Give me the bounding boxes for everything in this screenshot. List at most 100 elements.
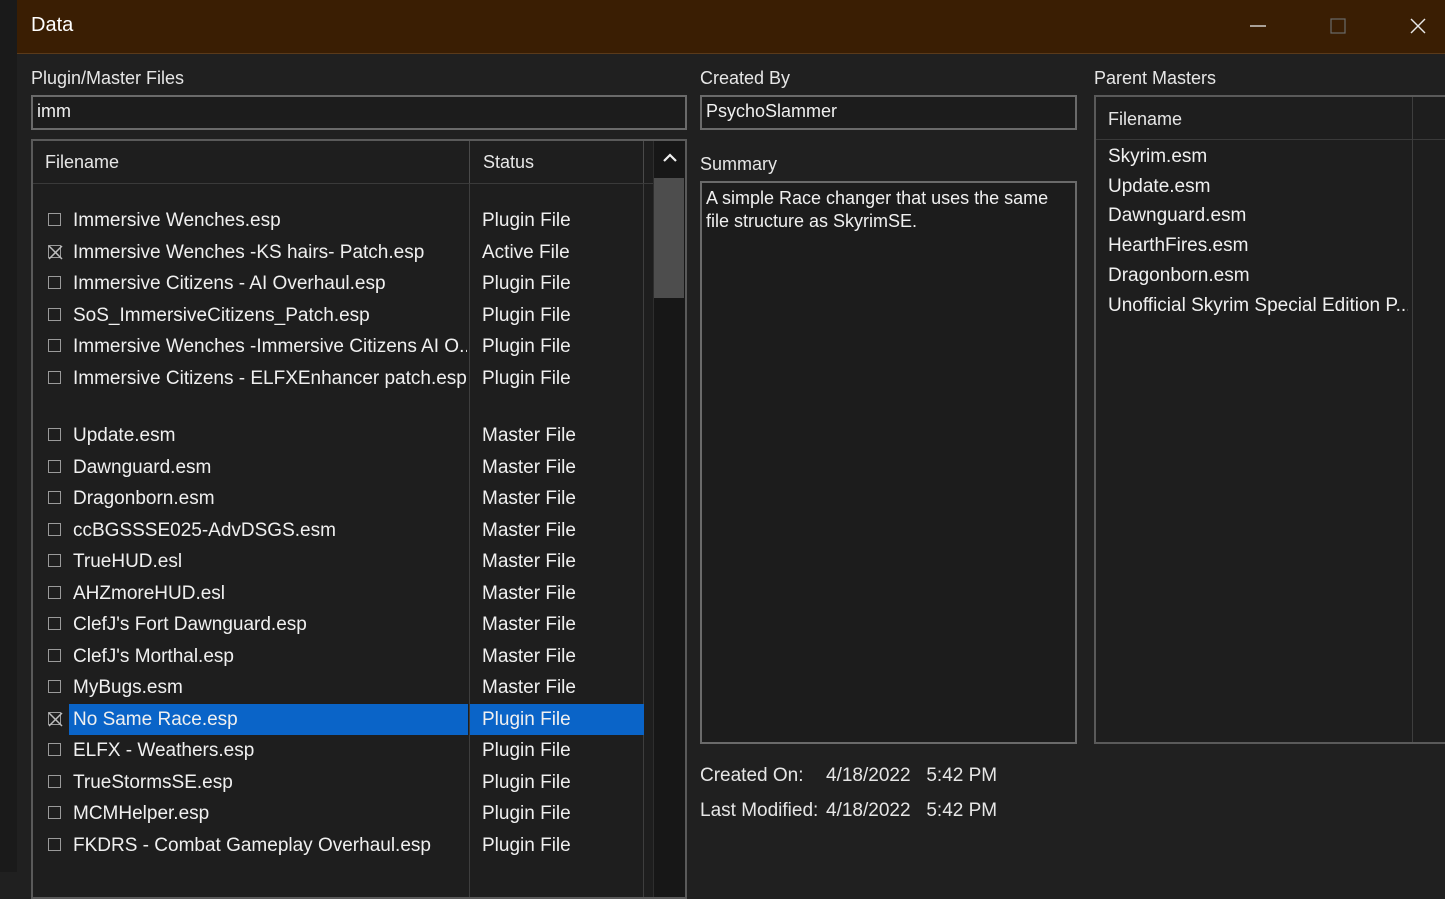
status-cell[interactable]: Master File xyxy=(470,672,644,703)
plugin-row[interactable]: ccBGSSSE025-AdvDSGS.esm Master File xyxy=(33,515,645,546)
plugin-row[interactable]: ClefJ's Morthal.esp Master File xyxy=(33,641,645,672)
plugin-row[interactable]: ClefJ's Fort Dawnguard.esp Master File xyxy=(33,609,645,640)
plugin-row[interactable]: TrueStormsSE.esp Plugin File xyxy=(33,767,645,798)
minimize-button[interactable] xyxy=(1219,0,1299,53)
filename-cell[interactable]: ccBGSSSE025-AdvDSGS.esm xyxy=(69,515,468,546)
filename-cell[interactable]: AHZmoreHUD.esl xyxy=(69,578,468,609)
plugin-checkbox[interactable] xyxy=(48,276,61,289)
status-cell[interactable]: Plugin File xyxy=(470,331,644,362)
plugin-row[interactable]: MyBugs.esm Master File xyxy=(33,672,645,703)
plugin-row[interactable]: Immersive Wenches.esp Plugin File xyxy=(33,205,645,236)
plugin-checkbox[interactable] xyxy=(48,837,61,851)
plugin-row[interactable]: Update.esm Master File xyxy=(33,420,645,451)
status-cell[interactable]: Plugin File xyxy=(470,205,644,236)
status-cell[interactable]: Master File xyxy=(470,452,644,483)
status-cell[interactable]: Master File xyxy=(470,641,644,672)
master-list-item[interactable]: Skyrim.esm xyxy=(1108,146,1408,168)
plugin-checkbox[interactable] xyxy=(48,648,61,662)
status-cell[interactable]: Master File xyxy=(470,483,644,514)
status-cell[interactable]: Plugin File xyxy=(470,735,644,766)
status-cell[interactable]: Plugin File xyxy=(470,767,644,798)
plugin-checkbox[interactable] xyxy=(48,370,61,384)
filename-cell[interactable]: TrueStormsSE.esp xyxy=(69,767,468,798)
plugin-checkbox[interactable] xyxy=(48,339,61,352)
filename-cell[interactable]: TrueHUD.esl xyxy=(69,546,468,577)
filename-cell[interactable]: ClefJ's Fort Dawnguard.esp xyxy=(69,609,468,640)
filename-cell[interactable]: Update.esm xyxy=(69,420,468,451)
plugin-search-input[interactable]: imm xyxy=(31,95,687,130)
plugin-row[interactable]: Dragonborn.esm Master File xyxy=(33,483,645,514)
plugin-row[interactable]: Immersive Wenches -Immersive Citizens AI… xyxy=(33,331,645,362)
filename-cell[interactable]: ClefJ's Morthal.esp xyxy=(69,641,468,672)
summary-textarea[interactable]: A simple Race changer that uses the same… xyxy=(700,181,1077,744)
filename-cell[interactable]: Immersive Wenches -KS hairs- Patch.esp xyxy=(69,237,468,268)
created-by-field[interactable]: PsychoSlammer xyxy=(700,95,1077,130)
status-cell[interactable]: Plugin File xyxy=(470,798,644,829)
filename-cell[interactable]: FKDRS - Combat Gameplay Overhaul.esp xyxy=(69,830,468,861)
filename-cell[interactable]: ELFX - Weathers.esp xyxy=(69,735,468,766)
plugin-checkbox[interactable] xyxy=(48,213,61,226)
plugin-row[interactable]: Immersive Citizens - ELFXEnhancer patch.… xyxy=(33,363,645,394)
plugin-checkbox[interactable] xyxy=(48,554,61,567)
plugin-row[interactable]: AHZmoreHUD.esl Master File xyxy=(33,578,645,609)
plugin-checkbox[interactable] xyxy=(48,743,61,756)
filename-cell[interactable]: No Same Race.esp xyxy=(69,703,468,735)
plugin-checkbox[interactable] xyxy=(48,428,61,441)
plugin-row[interactable]: ELFX - Weathers.esp Plugin File xyxy=(33,735,645,766)
master-list-item[interactable]: HearthFires.esm xyxy=(1108,235,1408,257)
column-divider[interactable] xyxy=(469,141,470,183)
master-list-item[interactable]: Update.esm xyxy=(1108,176,1408,198)
plugin-checkbox[interactable] xyxy=(48,680,61,693)
column-divider[interactable] xyxy=(643,141,644,183)
plugin-row[interactable]: MCMHelper.esp Plugin File xyxy=(33,798,645,829)
plugin-checkbox[interactable] xyxy=(48,459,61,473)
filename-cell[interactable]: Dragonborn.esm xyxy=(69,483,468,514)
plugin-row[interactable]: TrueHUD.esl Master File xyxy=(33,546,645,577)
filename-cell[interactable]: SoS_ImmersiveCitizens_Patch.esp xyxy=(69,300,468,331)
vertical-scrollbar[interactable] xyxy=(653,141,685,897)
maximize-button[interactable] xyxy=(1299,0,1379,53)
status-cell[interactable]: Master File xyxy=(470,515,644,546)
filename-cell[interactable]: Immersive Wenches.esp xyxy=(69,205,468,236)
plugin-row[interactable]: Dawnguard.esm Master File xyxy=(33,452,645,483)
plugin-row[interactable]: Immersive Wenches -KS hairs- Patch.esp Ac… xyxy=(33,237,645,268)
status-cell[interactable]: Plugin File xyxy=(470,703,644,735)
plugin-checkbox[interactable] xyxy=(48,522,61,536)
plugin-checkbox[interactable] xyxy=(48,244,63,260)
close-button[interactable] xyxy=(1379,0,1445,53)
status-cell[interactable]: Active File xyxy=(470,237,644,268)
plugin-row[interactable]: Immersive Citizens - AI Overhaul.esp Plug… xyxy=(33,268,645,299)
plugin-checkbox[interactable] xyxy=(48,491,61,504)
plugin-checkbox[interactable] xyxy=(48,585,61,599)
status-cell[interactable]: Plugin File xyxy=(470,830,644,861)
status-cell[interactable]: Master File xyxy=(470,546,644,577)
plugin-row[interactable]: SoS_ImmersiveCitizens_Patch.esp Plugin Fi… xyxy=(33,300,645,331)
filename-cell[interactable]: MCMHelper.esp xyxy=(69,798,468,829)
status-column-header[interactable]: Status xyxy=(483,152,534,173)
plugin-list[interactable]: Filename Status Immersive Wenches.esp Plu… xyxy=(31,139,687,899)
filename-column-header[interactable]: Filename xyxy=(45,152,119,173)
filename-cell[interactable]: Immersive Wenches -Immersive Citizens AI… xyxy=(69,331,468,362)
status-cell[interactable]: Master File xyxy=(470,420,644,451)
plugin-checkbox[interactable] xyxy=(48,806,61,819)
status-cell[interactable]: Plugin File xyxy=(470,300,644,331)
masters-filename-column-header[interactable]: Filename xyxy=(1108,109,1182,130)
master-list-item[interactable]: Unofficial Skyrim Special Edition P... xyxy=(1108,295,1408,317)
scroll-thumb[interactable] xyxy=(654,178,684,298)
plugin-row[interactable]: No Same Race.esp Plugin File xyxy=(33,703,645,735)
plugin-checkbox[interactable] xyxy=(48,711,63,727)
scroll-up-button[interactable] xyxy=(654,141,685,177)
plugin-row[interactable]: FKDRS - Combat Gameplay Overhaul.esp Plug… xyxy=(33,830,645,861)
master-list-item[interactable]: Dawnguard.esm xyxy=(1108,205,1408,227)
filename-cell[interactable]: Dawnguard.esm xyxy=(69,452,468,483)
filename-cell[interactable]: Immersive Citizens - AI Overhaul.esp xyxy=(69,268,468,299)
status-cell[interactable]: Plugin File xyxy=(470,363,644,394)
filename-cell[interactable]: MyBugs.esm xyxy=(69,672,468,703)
plugin-checkbox[interactable] xyxy=(48,307,61,321)
plugin-checkbox[interactable] xyxy=(48,774,61,788)
status-cell[interactable]: Master File xyxy=(470,578,644,609)
master-list-item[interactable]: Dragonborn.esm xyxy=(1108,265,1408,287)
filename-cell[interactable]: Immersive Citizens - ELFXEnhancer patch.… xyxy=(69,363,468,394)
plugin-checkbox[interactable] xyxy=(48,617,61,630)
status-cell[interactable]: Master File xyxy=(470,609,644,640)
